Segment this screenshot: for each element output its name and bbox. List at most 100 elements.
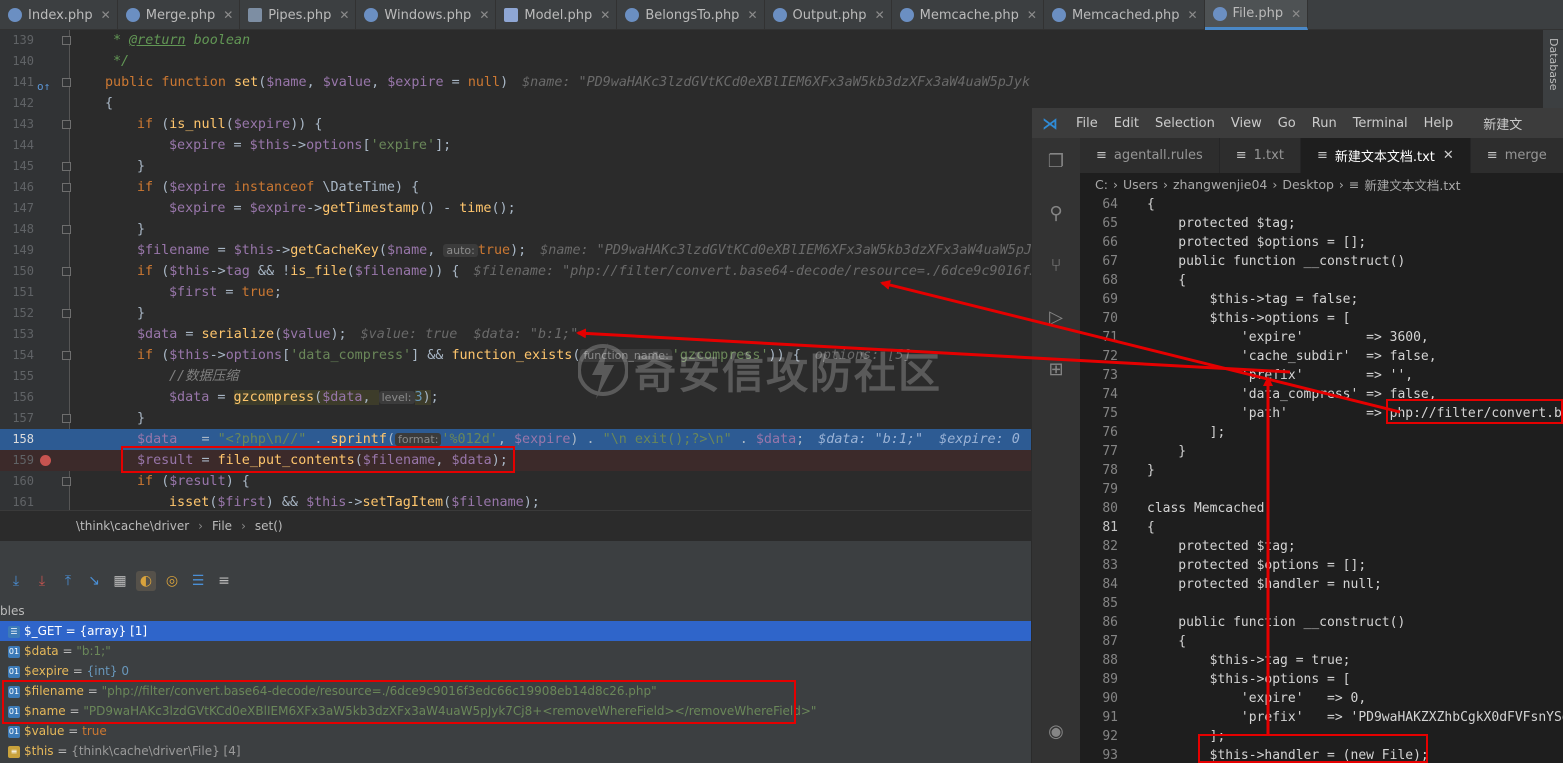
- menu-run[interactable]: Run: [1304, 116, 1345, 131]
- tab-pipes-php[interactable]: Pipes.php ✕: [240, 0, 357, 30]
- tab-memcache-php[interactable]: Memcache.php ✕: [892, 0, 1044, 30]
- tab-agentall-rules[interactable]: ≡ agentall.rules: [1080, 138, 1220, 173]
- vscode-breadcrumb: C: › Users › zhangwenjie04 › Desktop › ≡ 新建文本…: [1080, 173, 1563, 195]
- variable-row[interactable]: 01 $data = "b:1;": [0, 641, 1031, 661]
- variable-row[interactable]: 01 $expire = {int} 0: [0, 661, 1031, 681]
- tab-1-txt[interactable]: ≡ 1.txt: [1219, 138, 1301, 173]
- extensions-icon[interactable]: ⊞: [1044, 358, 1068, 382]
- tab-model-php[interactable]: Model.php ✕: [496, 0, 618, 30]
- watch-icon[interactable]: ◎: [162, 571, 182, 591]
- code-line: 156 $data = gzcompress($data, level: 3);: [0, 387, 1031, 408]
- tab-windows-php[interactable]: Windows.php ✕: [356, 0, 497, 30]
- fold-marker-icon[interactable]: [62, 162, 71, 171]
- close-icon[interactable]: ✕: [1443, 148, 1454, 163]
- close-icon[interactable]: ✕: [747, 8, 757, 22]
- variables-title: bles: [0, 604, 25, 618]
- tab-memcached-php[interactable]: Memcached.php ✕: [1044, 0, 1205, 30]
- evaluate-expression-icon[interactable]: ▦: [110, 571, 130, 591]
- force-step-into-icon[interactable]: ⤓: [32, 571, 52, 591]
- line-number: 155: [12, 369, 34, 383]
- close-icon[interactable]: ✕: [875, 8, 885, 22]
- close-icon[interactable]: ✕: [600, 8, 610, 22]
- tab-new-text-document[interactable]: ≡ 新建文本文档.txt ✕: [1300, 138, 1471, 173]
- fold-marker-icon[interactable]: [62, 414, 71, 423]
- explorer-icon[interactable]: ❐: [1044, 150, 1068, 174]
- run-to-cursor-icon[interactable]: ↘: [84, 571, 104, 591]
- breadcrumb-namespace[interactable]: \think\cache\driver: [76, 519, 189, 533]
- breadcrumb-user[interactable]: zhangwenjie04: [1173, 177, 1267, 192]
- close-icon[interactable]: ✕: [1291, 7, 1301, 21]
- fold-marker-icon[interactable]: [62, 477, 71, 486]
- menu-terminal[interactable]: Terminal: [1345, 116, 1416, 131]
- breakpoint-settings-icon[interactable]: ◐: [136, 571, 156, 591]
- run-debug-icon[interactable]: ▷: [1044, 306, 1068, 330]
- step-out-icon[interactable]: ⤒: [58, 571, 78, 591]
- tab-merge[interactable]: ≡ merge: [1470, 138, 1563, 173]
- breadcrumb-class[interactable]: File: [212, 519, 232, 533]
- code-line: 78}: [1080, 461, 1563, 480]
- fold-marker-icon[interactable]: [62, 225, 71, 234]
- source-control-icon[interactable]: ⑂: [1044, 254, 1068, 278]
- add-watch-icon[interactable]: ≡: [214, 571, 234, 591]
- menu-help[interactable]: Help: [1416, 116, 1462, 131]
- breadcrumb-drive[interactable]: C:: [1095, 177, 1108, 192]
- variables-list-icon[interactable]: ☰: [188, 571, 208, 591]
- tab-merge-php[interactable]: Merge.php ✕: [118, 0, 241, 30]
- fold-marker-icon[interactable]: [62, 309, 71, 318]
- line-number: 78: [1102, 463, 1118, 478]
- search-icon[interactable]: ⚲: [1044, 202, 1068, 226]
- line-number: 81: [1102, 520, 1118, 535]
- tab-label: Merge.php: [145, 7, 216, 23]
- close-icon[interactable]: ✕: [479, 8, 489, 22]
- close-icon[interactable]: ✕: [1027, 8, 1037, 22]
- tab-label: Model.php: [524, 7, 593, 23]
- fold-marker-icon[interactable]: [62, 183, 71, 192]
- code-line: 148}: [0, 219, 1031, 240]
- close-icon[interactable]: ✕: [339, 8, 349, 22]
- code-line: 83 protected $options = [];: [1080, 556, 1563, 575]
- vscode-editor[interactable]: 64{65 protected $tag; 66 protected $optio…: [1080, 195, 1563, 763]
- code-line: 146 if ($expire instanceof \DateTime) {: [0, 177, 1031, 198]
- close-icon[interactable]: ✕: [101, 8, 111, 22]
- variable-icon: 01: [8, 645, 20, 658]
- code-editor[interactable]: 139 * @return boolean 140 */ 141 o↑ public f…: [0, 30, 1031, 510]
- fold-marker-icon[interactable]: [62, 267, 71, 276]
- code-line: 88 $this->tag = true;: [1080, 651, 1563, 670]
- tab-index-php[interactable]: Index.php ✕: [0, 0, 118, 30]
- line-number: 142: [12, 96, 34, 110]
- step-over-icon[interactable]: ⤓: [6, 571, 26, 591]
- menu-view[interactable]: View: [1223, 116, 1270, 131]
- breadcrumb-file[interactable]: 新建文本文档.txt: [1364, 175, 1460, 194]
- close-icon[interactable]: ✕: [223, 8, 233, 22]
- breadcrumb-method[interactable]: set(): [255, 519, 283, 533]
- menu-edit[interactable]: Edit: [1106, 116, 1147, 131]
- line-number: 87: [1102, 634, 1118, 649]
- line-number: 149: [12, 243, 34, 257]
- breakpoint-icon[interactable]: [40, 455, 51, 466]
- chevron-right-icon: ›: [198, 518, 203, 533]
- fold-marker-icon[interactable]: [62, 36, 71, 45]
- line-number: 76: [1102, 425, 1118, 440]
- breadcrumb-users[interactable]: Users: [1123, 177, 1158, 192]
- fold-marker-icon[interactable]: [62, 120, 71, 129]
- breadcrumb-desktop[interactable]: Desktop: [1282, 177, 1334, 192]
- menu-file[interactable]: File: [1068, 116, 1106, 131]
- database-tool-strip[interactable]: Database: [1543, 30, 1563, 110]
- line-number: 158: [12, 432, 34, 446]
- account-icon[interactable]: ◉: [1044, 720, 1068, 744]
- code-text: 'expire' => 0,: [1147, 691, 1367, 706]
- line-number: 80: [1102, 501, 1118, 516]
- menu-go[interactable]: Go: [1270, 116, 1304, 131]
- variable-row[interactable]: ☰ $_GET = {array} [1]: [0, 621, 1031, 641]
- tab-belongsto-php[interactable]: BelongsTo.php ✕: [617, 0, 765, 30]
- tab-file-php[interactable]: File.php ✕: [1204, 0, 1309, 30]
- variable-row[interactable]: ≡ $this = {think\cache\driver\File} [4]: [0, 741, 1031, 761]
- code-text: {: [1147, 273, 1187, 288]
- tab-label: Memcache.php: [919, 7, 1019, 23]
- fold-marker-icon[interactable]: [62, 351, 71, 360]
- tab-output-php[interactable]: Output.php ✕: [765, 0, 892, 30]
- variable-row[interactable]: 01 $value = true: [0, 721, 1031, 741]
- fold-marker-icon[interactable]: [62, 78, 71, 87]
- close-icon[interactable]: ✕: [1187, 8, 1197, 22]
- menu-selection[interactable]: Selection: [1147, 116, 1223, 131]
